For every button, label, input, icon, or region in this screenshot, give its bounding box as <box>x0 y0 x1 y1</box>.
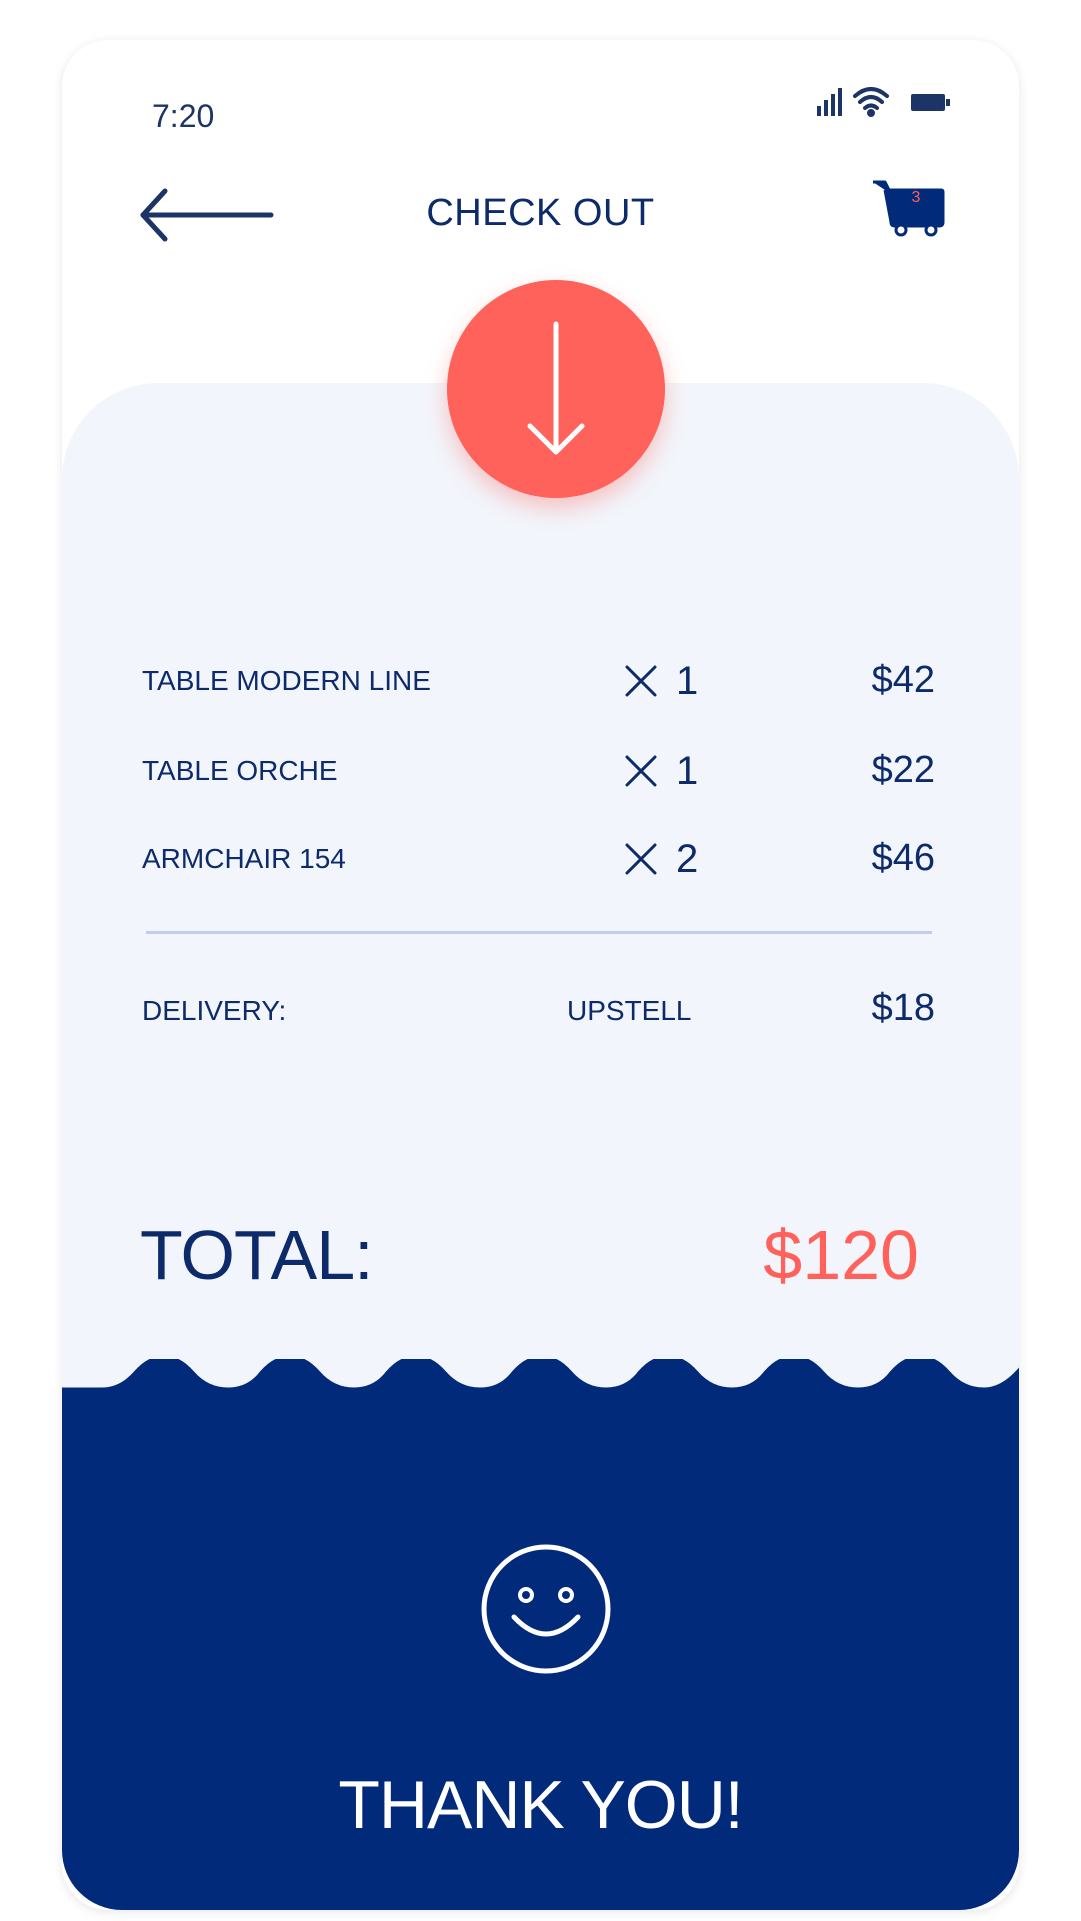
item-qty-value: 1 <box>676 748 699 793</box>
multiply-icon <box>625 755 657 787</box>
item-price: $46 <box>871 837 935 879</box>
item-name: TABLE MODERN LINE <box>142 665 431 696</box>
battery-icon <box>911 94 950 111</box>
line-item: TABLE MODERN LINE 1 $42 <box>142 651 935 711</box>
arrow-down-icon <box>527 321 585 455</box>
item-quantity: 1 <box>624 651 698 711</box>
delivery-price: $18 <box>871 987 935 1029</box>
download-button[interactable] <box>447 280 665 498</box>
total-amount: $120 <box>763 1216 919 1294</box>
delivery-label: DELIVERY: <box>142 995 287 1026</box>
cart-icon <box>873 180 945 237</box>
cart-count-badge: 3 <box>911 189 921 206</box>
status-icons <box>817 87 950 117</box>
item-qty-value: 2 <box>676 836 699 881</box>
total-label: TOTAL: <box>140 1216 374 1294</box>
item-qty-value: 1 <box>676 658 699 703</box>
item-name: TABLE ORCHE <box>142 755 338 786</box>
multiply-icon <box>625 843 657 875</box>
phone-frame: 7:20 CHECK OUT 3 TABLE MODERN LINE 1 $42… <box>62 40 1019 1910</box>
cart-button[interactable]: 3 <box>871 178 949 240</box>
item-quantity: 1 <box>624 741 698 801</box>
item-name: ARMCHAIR 154 <box>142 843 346 874</box>
item-price: $22 <box>871 749 935 791</box>
wifi-icon <box>853 87 889 117</box>
thank-you-message: THANK YOU! <box>338 1767 743 1843</box>
item-quantity: 2 <box>624 829 698 889</box>
line-item: ARMCHAIR 154 2 $46 <box>142 829 935 889</box>
receipt-card: TABLE MODERN LINE 1 $42 TABLE ORCHE 1 $2… <box>62 383 1019 1910</box>
delivery-method: UPSTELL <box>567 995 692 1026</box>
line-item: TABLE ORCHE 1 $22 <box>142 741 935 801</box>
multiply-icon <box>625 665 657 697</box>
divider <box>146 931 932 934</box>
smiley-icon <box>481 1544 611 1674</box>
item-price: $42 <box>871 659 935 701</box>
signal-icon <box>817 88 842 116</box>
status-time: 7:20 <box>152 98 215 134</box>
